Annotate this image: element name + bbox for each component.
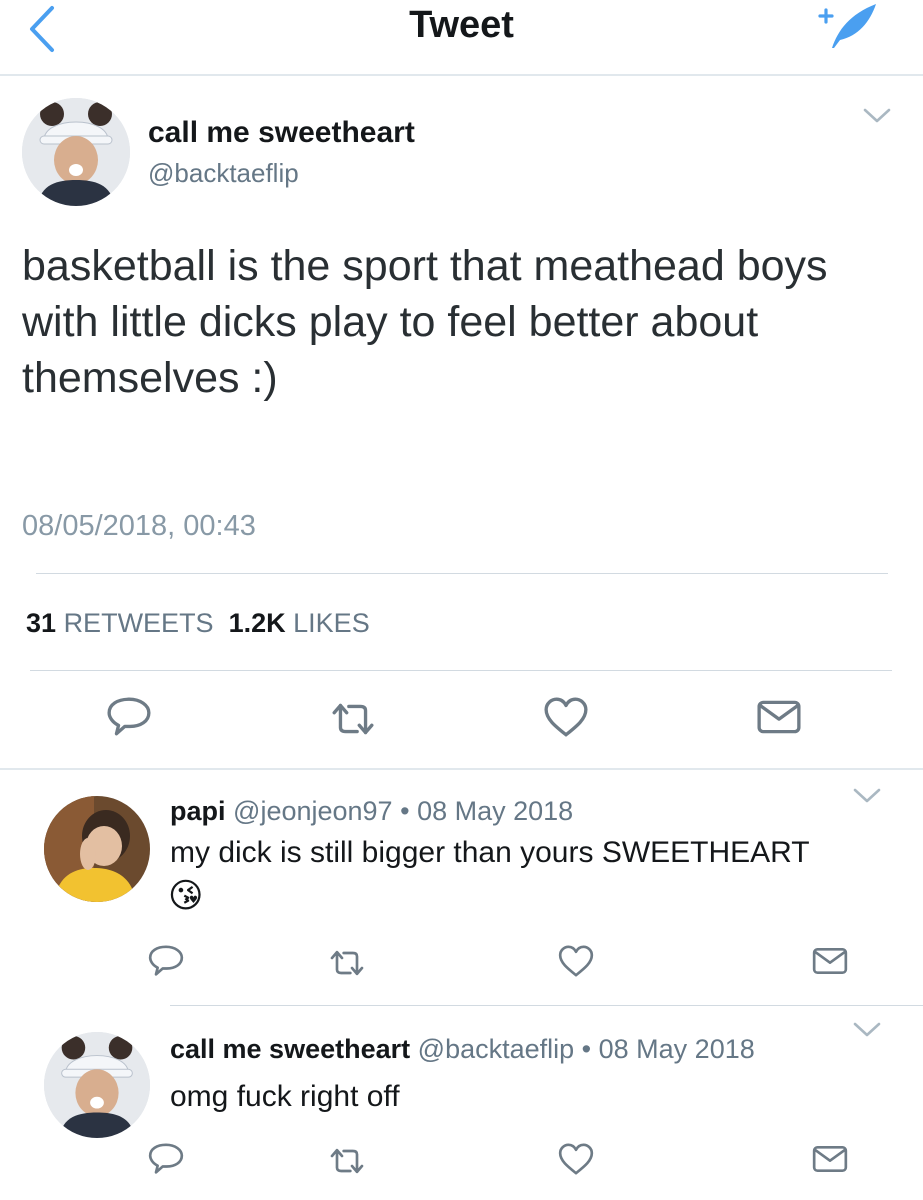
retweets-count: 31 xyxy=(26,608,57,638)
retweets-label: RETWEETS xyxy=(63,608,214,638)
direct-message-button[interactable] xyxy=(810,1140,850,1178)
reply-author-name[interactable]: call me sweetheart xyxy=(170,1034,410,1064)
reply-icon xyxy=(146,942,186,980)
envelope-icon xyxy=(753,694,805,740)
reply-options-chevron-down-icon[interactable] xyxy=(852,1020,882,1040)
retweet-button[interactable] xyxy=(327,944,367,982)
retweet-icon xyxy=(327,696,379,742)
heart-icon xyxy=(556,942,596,980)
author-handle[interactable]: @backtaeflip xyxy=(148,158,299,189)
reply-button[interactable] xyxy=(146,1140,186,1178)
separator-dot: • xyxy=(400,796,410,826)
heart-icon xyxy=(556,1140,596,1178)
reply-header: papi @jeonjeon97 • 08 May 2018 xyxy=(170,796,573,827)
tweet-stats: 31 RETWEETS 1.2K LIKES xyxy=(26,608,370,639)
reply-icon xyxy=(103,694,155,740)
reply-button[interactable] xyxy=(103,694,155,740)
envelope-icon xyxy=(810,942,850,980)
direct-message-button[interactable] xyxy=(753,694,805,740)
reply-text: omg fuck right off xyxy=(170,1080,400,1113)
tweet-options-chevron-down-icon[interactable] xyxy=(862,106,892,126)
reply-text: my dick is still bigger than yours SWEET… xyxy=(170,836,810,869)
reply-author-name[interactable]: papi xyxy=(170,796,226,826)
like-button[interactable] xyxy=(540,694,592,740)
retweets-stat[interactable]: 31 RETWEETS xyxy=(26,608,214,638)
direct-message-button[interactable] xyxy=(810,942,850,980)
reply-button[interactable] xyxy=(146,942,186,980)
like-button[interactable] xyxy=(556,942,596,980)
divider xyxy=(36,573,888,574)
divider xyxy=(30,670,892,671)
likes-label: LIKES xyxy=(293,608,370,638)
kissing-face-emoji: 😘 xyxy=(168,877,204,915)
compose-button[interactable] xyxy=(810,0,882,56)
reply-author-avatar[interactable] xyxy=(44,1032,150,1138)
separator-dot: • xyxy=(581,1034,592,1064)
compose-tweet-icon xyxy=(818,4,876,48)
reply-author-avatar[interactable] xyxy=(44,796,150,902)
reply-options-chevron-down-icon[interactable] xyxy=(852,786,882,806)
reply-icon xyxy=(146,1140,186,1178)
reply-author-handle[interactable]: @jeonjeon97 xyxy=(233,796,393,826)
retweet-button[interactable] xyxy=(327,696,379,742)
tweet-text: basketball is the sport that meathead bo… xyxy=(22,242,828,402)
retweet-icon xyxy=(327,944,367,982)
reply-date: 08 May 2018 xyxy=(598,1034,755,1064)
like-button[interactable] xyxy=(556,1140,596,1178)
reply-date: 08 May 2018 xyxy=(417,796,574,826)
retweet-icon xyxy=(327,1142,367,1180)
likes-stat[interactable]: 1.2K LIKES xyxy=(229,608,370,638)
retweet-button[interactable] xyxy=(327,1142,367,1180)
divider xyxy=(170,1005,923,1006)
author-display-name[interactable]: call me sweetheart xyxy=(148,116,415,150)
author-avatar[interactable] xyxy=(22,98,130,206)
divider xyxy=(0,768,923,770)
envelope-icon xyxy=(810,1140,850,1178)
likes-count: 1.2K xyxy=(228,608,286,638)
page-title: Tweet xyxy=(409,4,514,46)
heart-icon xyxy=(540,694,592,740)
tweet-timestamp: 08/05/2018, 00:43 xyxy=(22,510,256,542)
reply-author-handle[interactable]: @backtaeflip xyxy=(418,1034,575,1064)
reply-header: call me sweetheart @backtaeflip • 08 May… xyxy=(170,1034,755,1065)
